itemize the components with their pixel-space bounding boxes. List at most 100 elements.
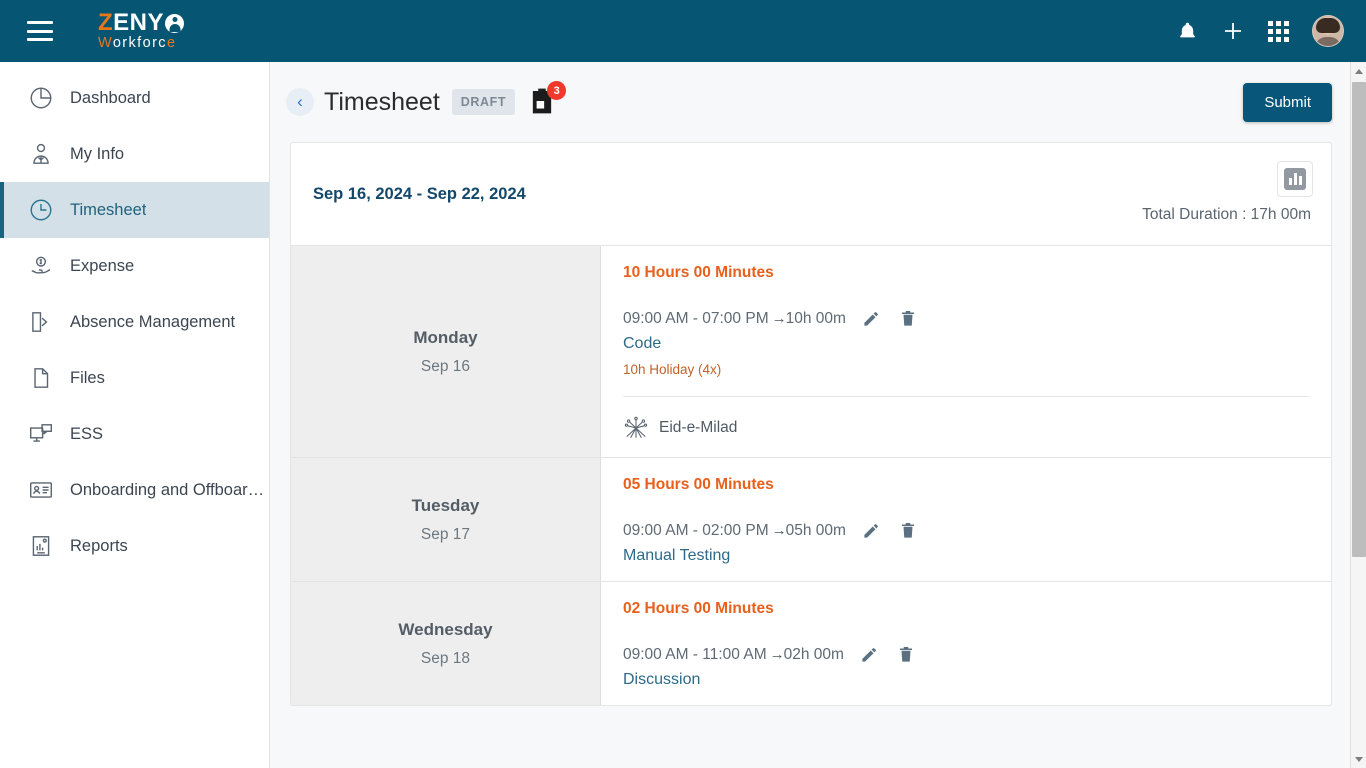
app-logo[interactable]: ZENY Workforce [98,11,184,51]
sidebar-item-ess[interactable]: ESS [0,406,269,462]
arrow-right-icon: → [772,522,785,539]
entry-actions [862,309,917,328]
hamburger-icon[interactable] [27,21,53,41]
trash-icon[interactable] [899,309,917,328]
arrow-right-icon: → [770,646,783,663]
entry-task-name[interactable]: Manual Testing [623,547,1309,565]
fireworks-icon [623,415,649,441]
sidebar-label: My Info [70,145,124,164]
list-item: 09:00 AM - 02:00 PM → 05h 00m Manua [623,521,1309,565]
id-card-icon [28,477,54,503]
sidebar-item-absence-management[interactable]: Absence Management [0,294,269,350]
page-title: Timesheet [324,88,440,117]
day-label-cell: Wednesday Sep 18 [291,582,601,705]
main-content: ‹ Timesheet DRAFT 3 Submit Sep 16, 2024 … [270,62,1350,768]
entry-actions [860,645,915,664]
plus-icon[interactable] [1221,19,1245,43]
trash-icon[interactable] [899,521,917,540]
pencil-icon[interactable] [862,309,881,328]
logo-secondary: Workforce [98,36,184,51]
money-hand-icon [28,253,54,279]
day-entries-cell: 05 Hours 00 Minutes 09:00 AM - 02:00 PM … [601,458,1331,581]
page-header: ‹ Timesheet DRAFT 3 Submit [270,62,1350,142]
sidebar-item-onboarding-offboarding[interactable]: Onboarding and Offboardi... [0,462,269,518]
monitor-user-icon [28,421,54,447]
pie-chart-icon [28,85,54,111]
divider [623,396,1309,397]
entry-task-name[interactable]: Discussion [623,671,1309,689]
entry-time-range: 09:00 AM - 11:00 AM [623,646,767,664]
clipboard-badge-count: 3 [547,81,566,100]
pencil-icon[interactable] [862,521,881,540]
sidebar-nav: Dashboard My Info Timesheet Expense Abse… [0,62,270,768]
logo-sub-e: e [167,35,176,51]
status-badge: DRAFT [452,89,515,115]
clipboard-icon[interactable]: 3 [529,87,557,117]
holiday-name: Eid-e-Milad [659,419,737,437]
sidebar-item-timesheet[interactable]: Timesheet [0,182,269,238]
day-date: Sep 17 [421,526,470,544]
logo-letters-eny: ENY [113,11,164,35]
grid-apps-icon[interactable] [1268,21,1289,42]
logo-letter-z: Z [98,11,113,35]
scroll-down-arrow[interactable] [1351,750,1366,768]
day-label-cell: Tuesday Sep 17 [291,458,601,581]
day-date: Sep 16 [421,358,470,376]
bar-chart-glyph [1284,168,1306,190]
trash-icon[interactable] [897,645,915,664]
document-icon [28,365,54,391]
sidebar-label: Expense [70,257,134,276]
holiday-row: Eid-e-Milad [623,415,1309,441]
report-chart-icon [28,533,54,559]
sidebar-item-my-info[interactable]: My Info [0,126,269,182]
timesheet-card-header: Sep 16, 2024 - Sep 22, 2024 Total Durati… [291,143,1331,245]
sidebar-label: Onboarding and Offboardi... [70,481,269,500]
sidebar-item-files[interactable]: Files [0,350,269,406]
arrow-right-icon: → [772,310,785,327]
sidebar-label: Files [70,369,105,388]
entry-time-range: 09:00 AM - 07:00 PM [623,310,769,328]
sidebar-label: Absence Management [70,313,235,332]
list-item: 09:00 AM - 07:00 PM → 10h 00m Code [623,309,1309,377]
table-row: Wednesday Sep 18 02 Hours 00 Minutes 09:… [291,581,1331,705]
submit-button[interactable]: Submit [1243,83,1332,122]
door-exit-icon [28,309,54,335]
entry-time-row: 09:00 AM - 02:00 PM → 05h 00m [623,521,1309,540]
entry-time-row: 09:00 AM - 11:00 AM → 02h 00m [623,645,1309,664]
day-name: Wednesday [398,620,492,640]
user-profile-icon [28,141,54,167]
chevron-left-icon[interactable]: ‹ [286,88,314,116]
day-label-cell: Monday Sep 16 [291,246,601,457]
sidebar-label: Timesheet [70,201,146,220]
day-entries-cell: 02 Hours 00 Minutes 09:00 AM - 11:00 AM … [601,582,1331,705]
sidebar-item-expense[interactable]: Expense [0,238,269,294]
table-row: Tuesday Sep 17 05 Hours 00 Minutes 09:00… [291,457,1331,581]
day-total-hours: 05 Hours 00 Minutes [623,476,1309,494]
clock-icon [28,197,54,223]
topbar-actions [1177,15,1344,47]
sidebar-label: Dashboard [70,89,151,108]
bell-icon[interactable] [1177,20,1198,43]
week-range-label: Sep 16, 2024 - Sep 22, 2024 [313,185,526,204]
entry-duration: 10h 00m [786,310,846,328]
scroll-up-arrow[interactable] [1351,62,1366,80]
entry-task-name[interactable]: Code [623,335,1309,353]
day-date: Sep 18 [421,650,470,668]
top-app-bar: ZENY Workforce [0,0,1366,62]
scrollbar-thumb[interactable] [1352,82,1366,557]
scrollbar[interactable] [1350,62,1366,768]
total-duration-label: Total Duration : 17h 00m [1142,206,1311,224]
sidebar-item-reports[interactable]: Reports [0,518,269,574]
avatar[interactable] [1312,15,1344,47]
entry-note: 10h Holiday (4x) [623,362,1309,377]
bar-chart-icon[interactable] [1277,161,1313,197]
entry-actions [862,521,917,540]
logo-person-icon [165,14,184,33]
logo-sub-w: W [98,35,113,51]
day-total-hours: 02 Hours 00 Minutes [623,600,1309,618]
sidebar-item-dashboard[interactable]: Dashboard [0,70,269,126]
day-total-hours: 10 Hours 00 Minutes [623,264,1309,282]
sidebar-label: Reports [70,537,128,556]
pencil-icon[interactable] [860,645,879,664]
entry-duration: 02h 00m [784,646,844,664]
